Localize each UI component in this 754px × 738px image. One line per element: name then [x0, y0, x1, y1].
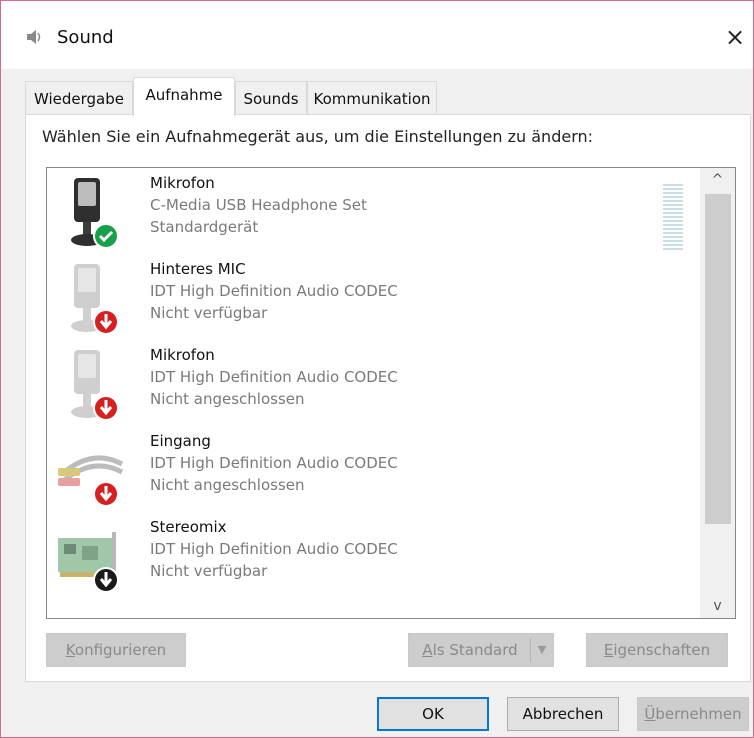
button-label: onfigurieren [74, 641, 167, 659]
device-status: Nicht verfügbar [150, 562, 268, 580]
accelerator-key: A [422, 641, 433, 659]
microphone-icon [71, 350, 119, 421]
tab-panel-aufnahme: Wählen Sie ein Aufnahmegerät aus, um die… [25, 114, 751, 682]
properties-button[interactable]: Eigenschaften [586, 633, 728, 667]
tab-kommunikation[interactable]: Kommunikation [307, 81, 437, 115]
tab-wiedergabe[interactable]: Wiedergabe [25, 81, 133, 115]
device-name: Hinteres MIC [150, 260, 246, 278]
device-description: IDT High Definition Audio CODEC [150, 368, 398, 386]
scroll-down-button[interactable]: v [700, 594, 735, 618]
set-default-button[interactable]: Als Standard ▼ [408, 633, 554, 667]
button-label: igenschaften [613, 641, 711, 659]
sound-dialog: Sound × Wiedergabe Aufnahme Sounds Kommu… [0, 0, 754, 738]
rca-cable-icon [58, 455, 124, 507]
list-item[interactable]: Eingang IDT High Definition Audio CODEC … [47, 428, 697, 512]
list-item[interactable]: Mikrofon C-Media USB Headphone Set Stand… [47, 170, 697, 254]
sound-card-icon [58, 532, 119, 593]
device-description: IDT High Definition Audio CODEC [150, 454, 398, 472]
configure-button[interactable]: Konfigurieren [46, 633, 186, 667]
button-label: ls Standard [432, 641, 518, 659]
device-status: Nicht angeschlossen [150, 390, 305, 408]
device-status: Nicht angeschlossen [150, 476, 305, 494]
dialog-body: Wiedergabe Aufnahme Sounds Kommunikation… [1, 69, 753, 737]
scroll-thumb[interactable] [705, 194, 731, 524]
accelerator-key: E [603, 641, 614, 659]
list-item[interactable]: Mikrofon IDT High Definition Audio CODEC… [47, 342, 697, 426]
ok-button[interactable]: OK [377, 697, 489, 731]
instruction-text: Wählen Sie ein Aufnahmegerät aus, um die… [42, 127, 594, 146]
dropdown-arrow-icon[interactable]: ▼ [530, 638, 553, 662]
close-button[interactable]: × [717, 19, 753, 55]
apply-button[interactable]: Übernehmen [637, 697, 749, 731]
microphone-icon [71, 264, 119, 335]
microphone-icon [71, 178, 119, 249]
device-name: Eingang [150, 432, 211, 450]
scroll-up-button[interactable]: ^ [700, 168, 735, 192]
device-status: Nicht verfügbar [150, 304, 268, 322]
cancel-button[interactable]: Abbrechen [507, 697, 619, 731]
title-bar: Sound × [1, 1, 753, 69]
device-description: IDT High Definition Audio CODEC [150, 282, 398, 300]
accelerator-key: Ü [644, 705, 656, 723]
device-description: C-Media USB Headphone Set [150, 196, 367, 214]
device-name: Mikrofon [150, 346, 215, 364]
device-name: Mikrofon [150, 174, 215, 192]
accelerator-key: K [65, 641, 75, 659]
device-name: Stereomix [150, 518, 227, 536]
button-label: bernehmen [655, 705, 742, 723]
device-status: Standardgerät [150, 218, 259, 236]
list-item[interactable]: Stereomix IDT High Definition Audio CODE… [47, 514, 697, 598]
window-title: Sound [57, 27, 114, 48]
vertical-scrollbar[interactable]: ^ v [700, 168, 735, 618]
level-meter [663, 184, 683, 254]
tab-sounds[interactable]: Sounds [235, 81, 307, 115]
speaker-icon [27, 30, 41, 44]
device-list[interactable]: Mikrofon C-Media USB Headphone Set Stand… [46, 167, 736, 619]
tab-aufnahme[interactable]: Aufnahme [133, 77, 235, 116]
list-item[interactable]: Hinteres MIC IDT High Definition Audio C… [47, 256, 697, 340]
device-description: IDT High Definition Audio CODEC [150, 540, 398, 558]
